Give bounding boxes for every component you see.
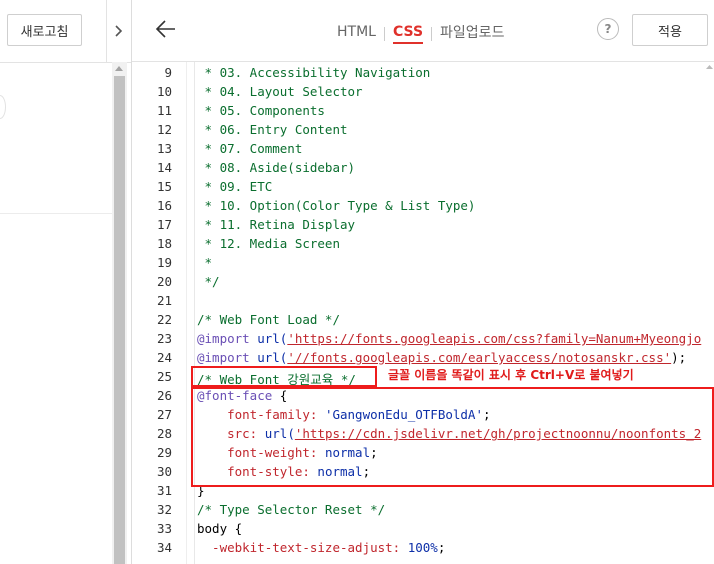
tab-html[interactable]: HTML	[337, 24, 376, 44]
code-token: url(	[249, 331, 288, 346]
line-number: 27	[156, 407, 172, 422]
code-line: @import url('//fonts.googleapis.com/earl…	[197, 350, 686, 365]
code-line: */	[197, 274, 220, 289]
line-number: 22	[156, 312, 172, 327]
code-token: url(	[249, 350, 288, 365]
line-number: 10	[156, 84, 172, 99]
annotation-text: 글꼴 이름을 똑같이 표시 후 Ctrl+V로 붙여넣기	[388, 368, 634, 382]
line-number: 33	[156, 521, 172, 536]
code-token: 100%	[400, 540, 438, 555]
line-number: 11	[156, 103, 172, 118]
highlight-font-face-box	[191, 387, 714, 487]
chevron-right-icon	[114, 25, 122, 37]
line-number: 15	[156, 179, 172, 194]
code-line: * 09. ETC	[197, 179, 273, 194]
left-panel-edge	[0, 95, 6, 119]
line-number: 19	[156, 255, 172, 270]
code-line: -webkit-text-size-adjust: 100%;	[197, 540, 445, 555]
back-button[interactable]	[154, 18, 178, 42]
code-token: @import	[197, 331, 250, 346]
code-line: * 11. Retina Display	[197, 217, 356, 232]
code-line: *	[197, 255, 213, 270]
code-token: '//fonts.googleapis.com/earlyaccess/noto…	[287, 350, 672, 365]
refresh-button[interactable]: 새로고침	[7, 14, 82, 46]
line-number: 28	[156, 426, 172, 441]
line-number: 18	[156, 236, 172, 251]
highlight-comment-box	[191, 366, 377, 387]
line-number: 23	[156, 331, 172, 346]
code-line: * 08. Aside(sidebar)	[197, 160, 356, 175]
line-number: 12	[156, 122, 172, 137]
line-number: 16	[156, 198, 172, 213]
line-number: 24	[156, 350, 172, 365]
editor-scroll-up-icon[interactable]	[705, 62, 714, 72]
code-line: * 10. Option(Color Type & List Type)	[197, 198, 476, 213]
line-number: 21	[156, 293, 172, 308]
gutter-guide	[194, 62, 195, 564]
code-line: /* Type Selector Reset */	[197, 502, 386, 517]
code-token: @import	[197, 350, 250, 365]
code-line: * 06. Entry Content	[197, 122, 348, 137]
line-number: 32	[156, 502, 172, 517]
code-token: -webkit-text-size-adjust:	[197, 540, 401, 555]
tab-divider	[431, 27, 433, 41]
line-number: 29	[156, 445, 172, 460]
apply-button[interactable]: 적용	[632, 14, 708, 46]
code-line: * 12. Media Screen	[197, 236, 340, 251]
code-token: 'https://fonts.googleapis.com/css?family…	[287, 331, 702, 346]
line-number: 9	[164, 65, 172, 80]
line-number: 14	[156, 160, 172, 175]
left-divider	[0, 213, 112, 214]
left-panel: 새로고침	[0, 0, 132, 564]
line-number: 31	[156, 483, 172, 498]
line-number: 34	[156, 540, 172, 555]
code-line: * 05. Components	[197, 103, 325, 118]
line-number: 20	[156, 274, 172, 289]
code-token: );	[671, 350, 687, 365]
tab-file-upload[interactable]: 파일업로드	[440, 22, 504, 46]
tab-css[interactable]: CSS	[392, 24, 424, 44]
help-button[interactable]: ?	[597, 18, 619, 40]
code-line: /* Web Font Load */	[197, 312, 340, 327]
code-line: * 04. Layout Selector	[197, 84, 363, 99]
editor-tabs: HTML CSS 파일업로드	[337, 22, 504, 46]
tab-divider	[383, 27, 385, 41]
line-number: 17	[156, 217, 172, 232]
code-line: body {	[197, 521, 243, 536]
line-number: 25	[156, 369, 172, 384]
left-scrollbar[interactable]	[112, 62, 127, 564]
editor-header: HTML CSS 파일업로드 ? 적용	[132, 0, 714, 62]
line-number: 30	[156, 464, 172, 479]
arrow-left-icon	[155, 20, 175, 38]
scroll-up-arrow-icon[interactable]	[115, 66, 123, 71]
code-line: @import url('https://fonts.googleapis.co…	[197, 331, 701, 346]
left-scroll-thumb[interactable]	[114, 76, 125, 564]
line-number: 13	[156, 141, 172, 156]
line-number: 26	[156, 388, 172, 403]
code-line: * 07. Comment	[197, 141, 303, 156]
code-line: * 03. Accessibility Navigation	[197, 65, 431, 80]
panel-toggle-button[interactable]	[106, 0, 130, 62]
code-token: ;	[437, 540, 446, 555]
css-code-editor[interactable]: 9 10 11 12 13 14 15 16 17 18 19 20 21 22…	[132, 62, 714, 564]
